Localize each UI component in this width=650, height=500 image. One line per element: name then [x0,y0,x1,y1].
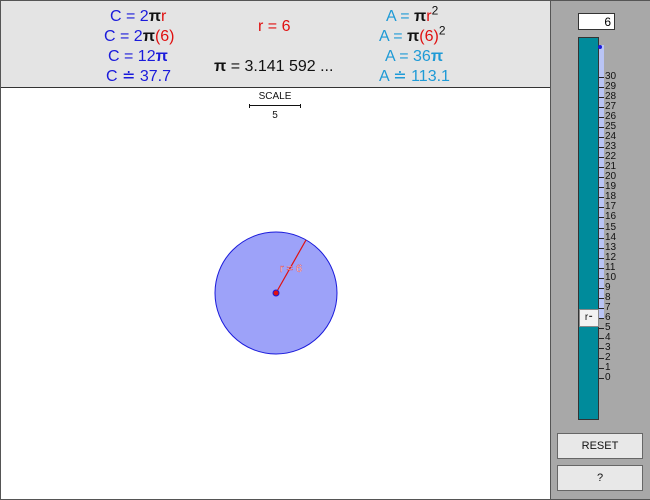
slider-tick [599,328,604,329]
slider-tick [599,127,604,128]
slider-tick [599,288,604,289]
slider-tick [599,117,604,118]
slider-tick [599,308,604,309]
slider-tick [599,187,604,188]
slider-tick [599,228,604,229]
circle-canvas: r = 6 [214,231,338,355]
slider-tick [599,338,604,339]
slider-tick [599,87,604,88]
slider-tick [599,207,604,208]
slider-tick [599,348,604,349]
radius-slider-track[interactable] [578,37,599,420]
slider-tick [599,378,604,379]
radius-label: r = 6 [280,263,302,275]
slider-tick [599,238,604,239]
slider-tick [599,278,604,279]
slider-tick [599,177,604,178]
slider-tick [599,258,604,259]
slider-tick [599,107,604,108]
slider-tick [599,157,604,158]
slider-tick [599,137,604,138]
slider-tick [599,77,604,78]
slider-tick [599,197,604,198]
slider-tick [599,147,604,148]
reset-button[interactable]: RESET [557,433,643,459]
radius-slider-handle[interactable]: r⁃ [579,309,599,327]
handle-arrow-icon: ⁃ [588,312,594,323]
slider-tick [599,97,604,98]
slider-tick [599,248,604,249]
slider-tick [599,298,604,299]
slider-tick [599,318,604,319]
help-button[interactable]: ? [557,465,643,491]
slider-tick [599,358,604,359]
slider-tick [599,217,604,218]
radius-input[interactable]: 6 [578,13,615,30]
slider-tick-label: 16 [605,211,617,222]
slider-tick [599,167,604,168]
slider-tick [599,268,604,269]
slider-top-marker [598,45,602,49]
slider-tick [599,368,604,369]
center-point[interactable] [272,289,280,297]
slider-tick-label: 0 [605,372,611,383]
